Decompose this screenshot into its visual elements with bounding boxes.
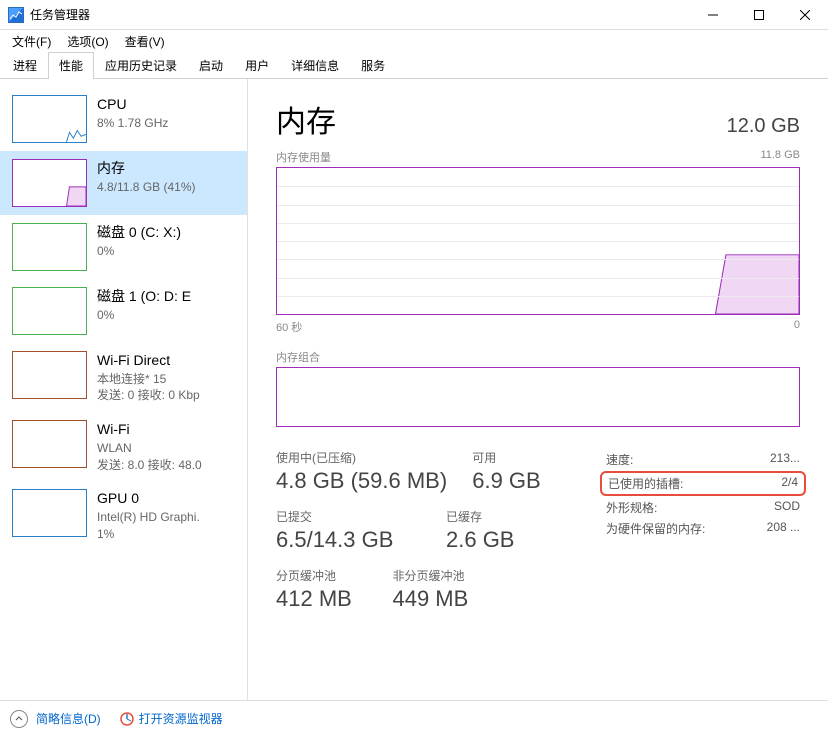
sidebar-item-disk1[interactable]: 磁盘 1 (O: D: E 0% [0,279,247,343]
tab-startup[interactable]: 启动 [188,52,234,78]
available-value: 6.9 GB [472,468,606,494]
sidebar-wifi2-sub2: 发送: 8.0 接收: 48.0 [97,457,202,474]
close-button[interactable] [782,0,828,30]
gpu-thumb [12,489,87,537]
resmon-link[interactable]: 打开资源监视器 [139,710,223,727]
disk1-thumb [12,287,87,335]
content: CPU 8% 1.78 GHz 内存 4.8/11.8 GB (41%) 磁盘 … [0,79,828,700]
form-value: SOD [774,499,800,516]
main-panel: 内存 12.0 GB 内存使用量 11.8 GB 60 秒 0 内存组合 [248,79,828,700]
sidebar-wifi1-sub1: 本地连接* 15 [97,371,200,388]
tab-processes[interactable]: 进程 [2,52,48,78]
memory-composition-chart [276,367,800,427]
chart2-label: 内存组合 [276,349,320,365]
tab-users[interactable]: 用户 [234,52,280,78]
sidebar-cpu-title: CPU [97,95,168,115]
chart1-label: 内存使用量 [276,149,331,165]
sidebar-gpu-title: GPU 0 [97,489,200,509]
cpu-thumb [12,95,87,143]
sidebar-cpu-sub: 8% 1.78 GHz [97,115,168,132]
paged-label: 分页缓冲池 [276,567,392,584]
slots-value: 2/4 [781,475,798,492]
sidebar-item-memory[interactable]: 内存 4.8/11.8 GB (41%) [0,151,247,215]
speed-value: 213... [770,451,800,468]
kv-form: 外形规格: SOD [606,497,800,518]
tabbar: 进程 性能 应用历史记录 启动 用户 详细信息 服务 [0,52,828,79]
memory-usage-chart [276,167,800,315]
page-title: 内存 [276,97,336,141]
minimize-button[interactable] [690,0,736,30]
menubar: 文件(F) 选项(O) 查看(V) [0,30,828,52]
sidebar-wifi2-title: Wi-Fi [97,420,202,440]
inuse-label: 使用中(已压缩) [276,449,472,466]
chart1-axis-left: 60 秒 [276,319,302,335]
menu-file[interactable]: 文件(F) [4,31,59,52]
disk0-thumb [12,223,87,271]
sidebar-gpu-sub2: 1% [97,526,200,543]
reserved-value: 208 ... [767,520,800,537]
kv-reserved: 为硬件保留的内存: 208 ... [606,518,800,539]
statusbar: 简略信息(D) 打开资源监视器 [0,700,828,736]
cached-label: 已缓存 [446,508,596,525]
menu-options[interactable]: 选项(O) [59,31,116,52]
sidebar-item-disk0[interactable]: 磁盘 0 (C: X:) 0% [0,215,247,279]
sidebar-item-wifi[interactable]: Wi-Fi WLAN 发送: 8.0 接收: 48.0 [0,412,247,481]
cached-value: 2.6 GB [446,527,596,553]
speed-label: 速度: [606,451,633,468]
titlebar: 任务管理器 [0,0,828,30]
slots-label: 已使用的插槽: [608,475,683,492]
chevron-up-icon[interactable] [10,710,28,728]
nonpaged-label: 非分页缓冲池 [392,567,606,584]
kv-slots: 已使用的插槽: 2/4 [600,471,806,496]
wifi1-thumb [12,351,87,399]
sidebar-item-cpu[interactable]: CPU 8% 1.78 GHz [0,87,247,151]
memory-total: 12.0 GB [727,115,800,138]
tab-services[interactable]: 服务 [350,52,396,78]
sidebar-disk1-sub: 0% [97,307,191,324]
sidebar-memory-sub: 4.8/11.8 GB (41%) [97,179,196,196]
window-controls [690,0,828,30]
stats: 使用中(已压缩) 4.8 GB (59.6 MB) 可用 6.9 GB 已提交 … [276,449,800,626]
sidebar-item-wifi-direct[interactable]: Wi-Fi Direct 本地连接* 15 发送: 0 接收: 0 Kbp [0,343,247,412]
committed-value: 6.5/14.3 GB [276,527,446,553]
sidebar[interactable]: CPU 8% 1.78 GHz 内存 4.8/11.8 GB (41%) 磁盘 … [0,79,248,700]
maximize-button[interactable] [736,0,782,30]
sidebar-disk0-sub: 0% [97,243,181,260]
resmon-icon [119,711,135,727]
sidebar-item-gpu[interactable]: GPU 0 Intel(R) HD Graphi. 1% [0,481,247,550]
tab-details[interactable]: 详细信息 [280,52,350,78]
sidebar-wifi2-sub1: WLAN [97,440,202,457]
menu-view[interactable]: 查看(V) [117,31,173,52]
nonpaged-value: 449 MB [392,586,606,612]
committed-label: 已提交 [276,508,446,525]
inuse-value: 4.8 GB (59.6 MB) [276,468,472,494]
paged-value: 412 MB [276,586,392,612]
available-label: 可用 [472,449,606,466]
wifi2-thumb [12,420,87,468]
kv-speed: 速度: 213... [606,449,800,470]
tab-performance[interactable]: 性能 [48,52,94,78]
sidebar-disk0-title: 磁盘 0 (C: X:) [97,223,181,243]
window-title: 任务管理器 [30,6,90,23]
sidebar-disk1-title: 磁盘 1 (O: D: E [97,287,191,307]
memory-thumb [12,159,87,207]
app-icon [8,7,24,23]
sidebar-gpu-sub1: Intel(R) HD Graphi. [97,509,200,526]
sidebar-wifi1-sub2: 发送: 0 接收: 0 Kbp [97,387,200,404]
sidebar-wifi1-title: Wi-Fi Direct [97,351,200,371]
reserved-label: 为硬件保留的内存: [606,520,705,537]
chart1-max: 11.8 GB [760,149,800,165]
collapse-link[interactable]: 简略信息(D) [36,710,101,727]
tab-apphistory[interactable]: 应用历史记录 [94,52,188,78]
sidebar-memory-title: 内存 [97,159,196,179]
chart1-axis-right: 0 [794,319,800,335]
form-label: 外形规格: [606,499,657,516]
